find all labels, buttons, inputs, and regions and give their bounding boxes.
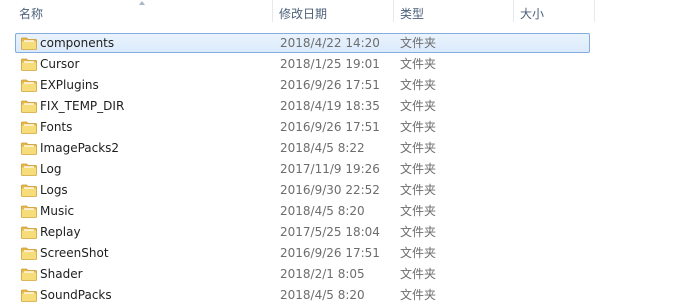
- file-type: 文件夹: [400, 120, 437, 134]
- file-date-modified: 2016/9/26 17:51: [280, 120, 380, 134]
- file-type: 文件夹: [400, 267, 437, 281]
- file-date-modified: 2018/4/19 18:35: [280, 99, 380, 113]
- file-name: ScreenShot: [40, 246, 109, 260]
- folder-icon: [21, 247, 37, 260]
- file-type: 文件夹: [400, 225, 437, 239]
- file-row[interactable]: FIX_TEMP_DIR 2018/4/19 18:35 文件夹: [15, 96, 590, 116]
- file-date-modified: 2018/4/22 14:20: [280, 36, 380, 50]
- file-row[interactable]: Logs 2016/9/30 22:52 文件夹: [15, 180, 590, 200]
- file-date-modified: 2017/5/25 18:04: [280, 225, 380, 239]
- column-header-size[interactable]: 大小: [514, 0, 594, 28]
- file-row[interactable]: EXPlugins 2016/9/26 17:51 文件夹: [15, 75, 590, 95]
- file-type: 文件夹: [400, 183, 437, 197]
- file-name: ImagePacks2: [40, 141, 120, 155]
- file-date-modified: 2016/9/26 17:51: [280, 246, 380, 260]
- folder-icon: [21, 268, 37, 281]
- file-row[interactable]: Shader 2018/2/1 8:05 文件夹: [15, 264, 590, 284]
- file-date-modified: 2016/9/30 22:52: [280, 183, 380, 197]
- folder-icon: [21, 289, 37, 302]
- file-row[interactable]: ScreenShot 2016/9/26 17:51 文件夹: [15, 243, 590, 263]
- file-name: Fonts: [40, 120, 73, 134]
- file-row[interactable]: SoundPacks 2018/4/5 8:20 文件夹: [15, 285, 590, 305]
- file-name: Logs: [40, 183, 68, 197]
- file-type: 文件夹: [400, 57, 437, 71]
- folder-icon: [21, 184, 37, 197]
- file-name: Music: [40, 204, 75, 218]
- column-header-date-modified[interactable]: 修改日期: [273, 0, 393, 28]
- file-date-modified: 2018/4/5 8:20: [280, 204, 365, 218]
- file-type: 文件夹: [400, 99, 437, 113]
- file-name: EXPlugins: [40, 78, 99, 92]
- file-name: components: [40, 36, 115, 50]
- file-row[interactable]: ImagePacks2 2018/4/5 8:22 文件夹: [15, 138, 590, 158]
- folder-icon: [21, 226, 37, 239]
- folder-icon: [21, 79, 37, 92]
- folder-icon: [21, 163, 37, 176]
- folder-icon: [21, 37, 37, 50]
- file-date-modified: 2018/4/5 8:20: [280, 288, 365, 302]
- file-row[interactable]: Replay 2017/5/25 18:04 文件夹: [15, 222, 590, 242]
- folder-icon: [21, 100, 37, 113]
- file-date-modified: 2017/11/9 19:26: [280, 162, 380, 176]
- file-row[interactable]: Log 2017/11/9 19:26 文件夹: [15, 159, 590, 179]
- file-name: Shader: [40, 267, 83, 281]
- file-type: 文件夹: [400, 36, 437, 50]
- folder-icon: [21, 205, 37, 218]
- file-row[interactable]: Music 2018/4/5 8:20 文件夹: [15, 201, 590, 221]
- file-name: Cursor: [40, 57, 80, 71]
- file-type: 文件夹: [400, 162, 437, 176]
- file-type: 文件夹: [400, 141, 437, 155]
- file-date-modified: 2018/2/1 8:05: [280, 267, 365, 281]
- file-row[interactable]: Fonts 2016/9/26 17:51 文件夹: [15, 117, 590, 137]
- file-date-modified: 2018/1/25 19:01: [280, 57, 380, 71]
- file-type: 文件夹: [400, 246, 437, 260]
- folder-icon: [21, 121, 37, 134]
- file-type: 文件夹: [400, 78, 437, 92]
- file-date-modified: 2016/9/26 17:51: [280, 78, 380, 92]
- file-type: 文件夹: [400, 204, 437, 218]
- folder-icon: [21, 142, 37, 155]
- column-header-name[interactable]: 名称: [13, 0, 272, 28]
- column-header-type[interactable]: 类型: [394, 0, 513, 28]
- column-header: 名称 修改日期 类型 大小: [0, 0, 678, 28]
- file-type: 文件夹: [400, 288, 437, 302]
- file-row[interactable]: Cursor 2018/1/25 19:01 文件夹: [15, 54, 590, 74]
- file-name: Replay: [40, 225, 81, 239]
- folder-icon: [21, 58, 37, 71]
- column-divider[interactable]: [594, 0, 595, 22]
- file-date-modified: 2018/4/5 8:22: [280, 141, 365, 155]
- file-name: Log: [40, 162, 62, 176]
- file-name: SoundPacks: [40, 288, 112, 302]
- file-row[interactable]: components 2018/4/22 14:20 文件夹: [15, 33, 590, 53]
- file-name: FIX_TEMP_DIR: [40, 99, 125, 113]
